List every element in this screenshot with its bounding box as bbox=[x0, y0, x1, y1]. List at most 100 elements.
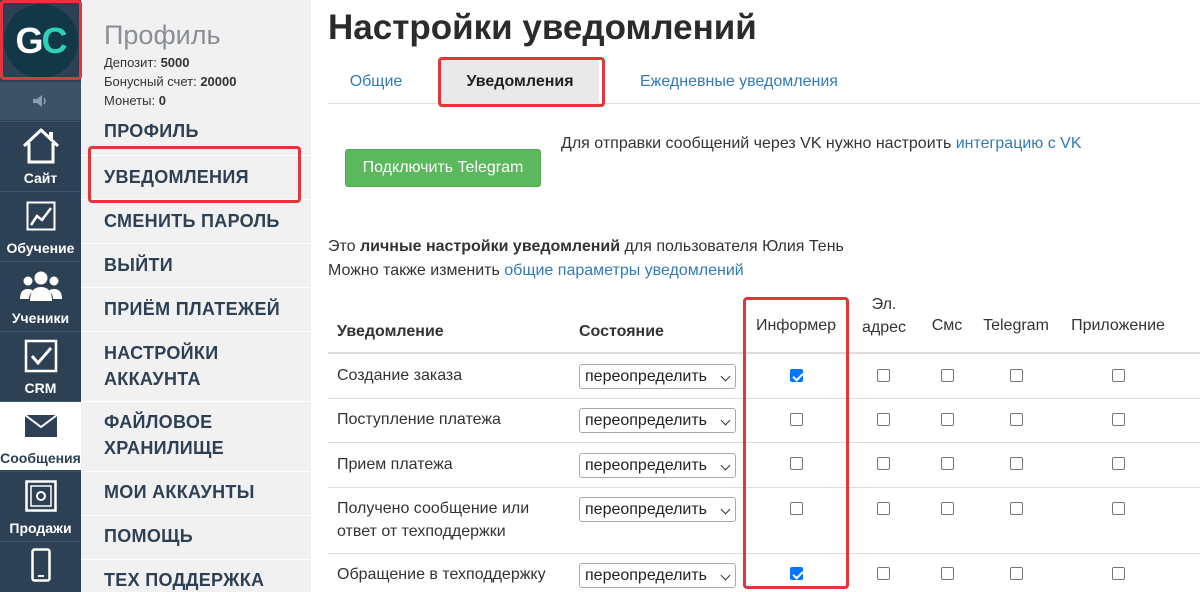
bonus-value: 20000 bbox=[200, 74, 237, 89]
menu-item-account-settings[interactable]: НАСТРОЙКИ АККАУНТА bbox=[81, 331, 311, 401]
vk-integration-link[interactable]: интеграцию с VK bbox=[956, 135, 1082, 152]
row-divider bbox=[328, 487, 1200, 488]
chevron-down-icon bbox=[720, 415, 731, 426]
row-name: Прием платежа bbox=[337, 456, 453, 473]
telegram-checkbox[interactable] bbox=[1010, 413, 1023, 426]
rail-item-learning[interactable]: Обучение bbox=[0, 191, 81, 260]
row-name-line: ответ от техподдержки bbox=[337, 523, 506, 540]
menu-item-notifications[interactable]: УВЕДОМЛЕНИЯ bbox=[81, 155, 311, 199]
deposit-stat: Депозит: 5000 bbox=[104, 55, 190, 70]
informer-checkbox[interactable] bbox=[790, 457, 803, 470]
app-checkbox[interactable] bbox=[1112, 369, 1125, 382]
deposit-label: Депозит: bbox=[104, 55, 157, 70]
coins-value: 0 bbox=[158, 93, 166, 108]
row-divider bbox=[328, 442, 1200, 443]
informer-checkbox[interactable] bbox=[790, 413, 803, 426]
rail-item-crm[interactable]: CRM bbox=[0, 331, 81, 400]
state-select[interactable]: переопределить bbox=[579, 453, 736, 478]
email-checkbox[interactable] bbox=[877, 369, 890, 382]
rail-item-label: Ученики bbox=[11, 310, 70, 326]
menu-item-change-password[interactable]: СМЕНИТЬ ПАРОЛЬ bbox=[81, 199, 311, 243]
telegram-checkbox[interactable] bbox=[1010, 502, 1023, 515]
logo-letter-c: C bbox=[41, 19, 68, 61]
header-app: Приложение bbox=[1071, 317, 1165, 334]
main-content: Настройки уведомлений Общие Уведомления … bbox=[311, 0, 1200, 592]
telegram-checkbox[interactable] bbox=[1010, 369, 1023, 382]
row-name: Создание заказа bbox=[337, 367, 463, 384]
tab-general[interactable]: Общие bbox=[328, 60, 424, 104]
rail-item-label: CRM bbox=[24, 380, 57, 396]
row-name: Обращение в техподдержку bbox=[337, 566, 546, 583]
sms-checkbox[interactable] bbox=[941, 369, 954, 382]
email-checkbox[interactable] bbox=[877, 413, 890, 426]
informer-checkbox[interactable] bbox=[790, 567, 803, 580]
informer-checkbox[interactable] bbox=[790, 369, 803, 382]
deposit-value: 5000 bbox=[160, 55, 190, 70]
tab-daily-notifications[interactable]: Ежедневные уведомления bbox=[640, 60, 844, 104]
state-select-value: переопределить bbox=[585, 456, 708, 474]
row-divider bbox=[328, 553, 1200, 554]
menu-item-tech-support[interactable]: ТЕХ ПОДДЕРЖКА bbox=[81, 559, 311, 592]
email-checkbox[interactable] bbox=[877, 457, 890, 470]
state-select-value: переопределить bbox=[585, 566, 708, 584]
row-name: Поступление платежа bbox=[337, 411, 501, 428]
email-checkbox[interactable] bbox=[877, 502, 890, 515]
vk-note: Для отправки сообщений через VK нужно на… bbox=[561, 135, 1082, 153]
sms-checkbox[interactable] bbox=[941, 502, 954, 515]
menu-item-profile[interactable]: ПРОФИЛЬ bbox=[81, 118, 311, 144]
menu-item-file-storage[interactable]: ФАЙЛОВОЕ ХРАНИЛИЩЕ bbox=[81, 401, 311, 471]
tab-notifications[interactable]: Уведомления bbox=[441, 60, 599, 104]
rail-item-sales[interactable]: Продажи bbox=[0, 471, 81, 540]
state-select[interactable]: переопределить bbox=[579, 563, 736, 588]
chevron-down-icon bbox=[720, 460, 731, 471]
menu-item-my-accounts[interactable]: МОИ АККАУНТЫ bbox=[81, 471, 311, 515]
chevron-down-icon bbox=[720, 570, 731, 581]
menu-item-label: АККАУНТА bbox=[104, 369, 201, 389]
safe-icon bbox=[24, 480, 57, 512]
menu-item-payments[interactable]: ПРИЁМ ПЛАТЕЖЕЙ bbox=[81, 287, 311, 331]
state-select[interactable]: переопределить bbox=[579, 408, 736, 433]
page-title: Настройки уведомлений bbox=[328, 8, 757, 47]
rail-speaker-button[interactable] bbox=[0, 82, 81, 120]
personal-settings-note: Это личные настройки уведомлений для пол… bbox=[328, 238, 844, 256]
rail-item-label: Сообщения bbox=[0, 450, 81, 466]
header-notification: Уведомление bbox=[337, 323, 444, 340]
app-checkbox[interactable] bbox=[1112, 567, 1125, 580]
sms-checkbox[interactable] bbox=[941, 457, 954, 470]
rail-item-site[interactable]: Сайт bbox=[0, 121, 81, 190]
bonus-stat: Бонусный счет: 20000 bbox=[104, 74, 236, 89]
sms-checkbox[interactable] bbox=[941, 413, 954, 426]
informer-checkbox[interactable] bbox=[790, 502, 803, 515]
chart-icon bbox=[26, 201, 55, 231]
profile-sidebar: Профиль Депозит: 5000 Бонусный счет: 200… bbox=[81, 0, 311, 592]
rail-item-label: Сайт bbox=[23, 170, 58, 186]
sms-checkbox[interactable] bbox=[941, 567, 954, 580]
rail-item-students[interactable]: Ученики bbox=[0, 261, 81, 330]
header-email-line: адрес bbox=[861, 319, 907, 336]
general-settings-note: Можно также изменить общие параметры уве… bbox=[328, 262, 744, 280]
connect-telegram-button[interactable]: Подключить Telegram bbox=[345, 149, 541, 187]
info-suffix: для пользователя Юлия Тень bbox=[620, 238, 844, 255]
header-state: Состояние bbox=[579, 323, 664, 340]
email-checkbox[interactable] bbox=[877, 567, 890, 580]
rail-item-mobile[interactable] bbox=[0, 541, 81, 592]
header-sms: Смс bbox=[931, 317, 963, 334]
state-select-value: переопределить bbox=[585, 367, 708, 385]
app-checkbox[interactable] bbox=[1112, 502, 1125, 515]
app-checkbox[interactable] bbox=[1112, 413, 1125, 426]
users-icon bbox=[19, 271, 62, 301]
telegram-checkbox[interactable] bbox=[1010, 567, 1023, 580]
state-select[interactable]: переопределить bbox=[579, 497, 736, 522]
menu-item-logout[interactable]: ВЫЙТИ bbox=[81, 243, 311, 287]
logo[interactable]: GC bbox=[0, 0, 81, 81]
rail-item-label: Продажи bbox=[9, 520, 72, 536]
menu-item-label: НАСТРОЙКИ bbox=[104, 343, 219, 363]
general-settings-link[interactable]: общие параметры уведомлений bbox=[504, 262, 743, 279]
state-select[interactable]: переопределить bbox=[579, 364, 736, 389]
telegram-checkbox[interactable] bbox=[1010, 457, 1023, 470]
menu-item-help[interactable]: ПОМОЩЬ bbox=[81, 515, 311, 559]
coins-stat: Монеты: 0 bbox=[104, 93, 166, 108]
info-prefix: Можно также изменить bbox=[328, 262, 505, 279]
rail-item-messages[interactable]: Сообщения bbox=[0, 401, 81, 470]
app-checkbox[interactable] bbox=[1112, 457, 1125, 470]
